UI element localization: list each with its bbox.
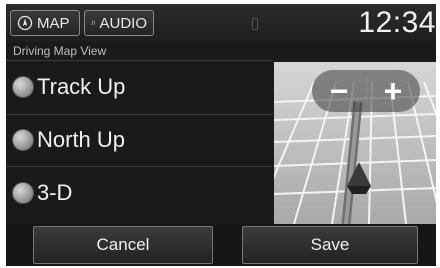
map-preview: − + — [274, 62, 436, 224]
zoom-in-button[interactable]: + — [366, 70, 420, 112]
cancel-button[interactable]: Cancel — [33, 226, 213, 264]
subtitle-divider — [6, 60, 272, 61]
map-button-label: MAP — [37, 14, 70, 32]
option-north-up[interactable]: North Up — [6, 114, 272, 164]
radio-button-icon — [12, 181, 34, 204]
zoom-controls: − + — [312, 70, 420, 112]
compass-icon — [17, 15, 33, 31]
music-note-icon — [91, 21, 96, 25]
bottom-bar: Cancel Save — [6, 224, 436, 266]
audio-button[interactable]: AUDIO — [84, 10, 154, 36]
option-3d[interactable]: 3-D — [6, 166, 272, 218]
option-label: North Up — [37, 126, 126, 152]
audio-button-label: AUDIO — [99, 14, 147, 32]
radio-button-icon — [12, 76, 34, 98]
clock: 12:34 — [358, 6, 436, 39]
nav-screen: MAP AUDIO 12:34 Driving Map View Track U… — [6, 4, 436, 266]
phone-signal-icon — [252, 18, 258, 30]
save-button[interactable]: Save — [242, 226, 418, 264]
map-button[interactable]: MAP — [10, 10, 80, 36]
radio-button-icon — [12, 128, 34, 151]
option-label: Track Up — [37, 74, 126, 99]
option-track-up[interactable]: Track Up — [6, 62, 272, 112]
top-bar: MAP AUDIO 12:34 — [6, 4, 436, 42]
page-subtitle: Driving Map View — [13, 44, 107, 58]
option-label: 3-D — [37, 179, 73, 205]
zoom-out-button[interactable]: − — [312, 70, 366, 112]
